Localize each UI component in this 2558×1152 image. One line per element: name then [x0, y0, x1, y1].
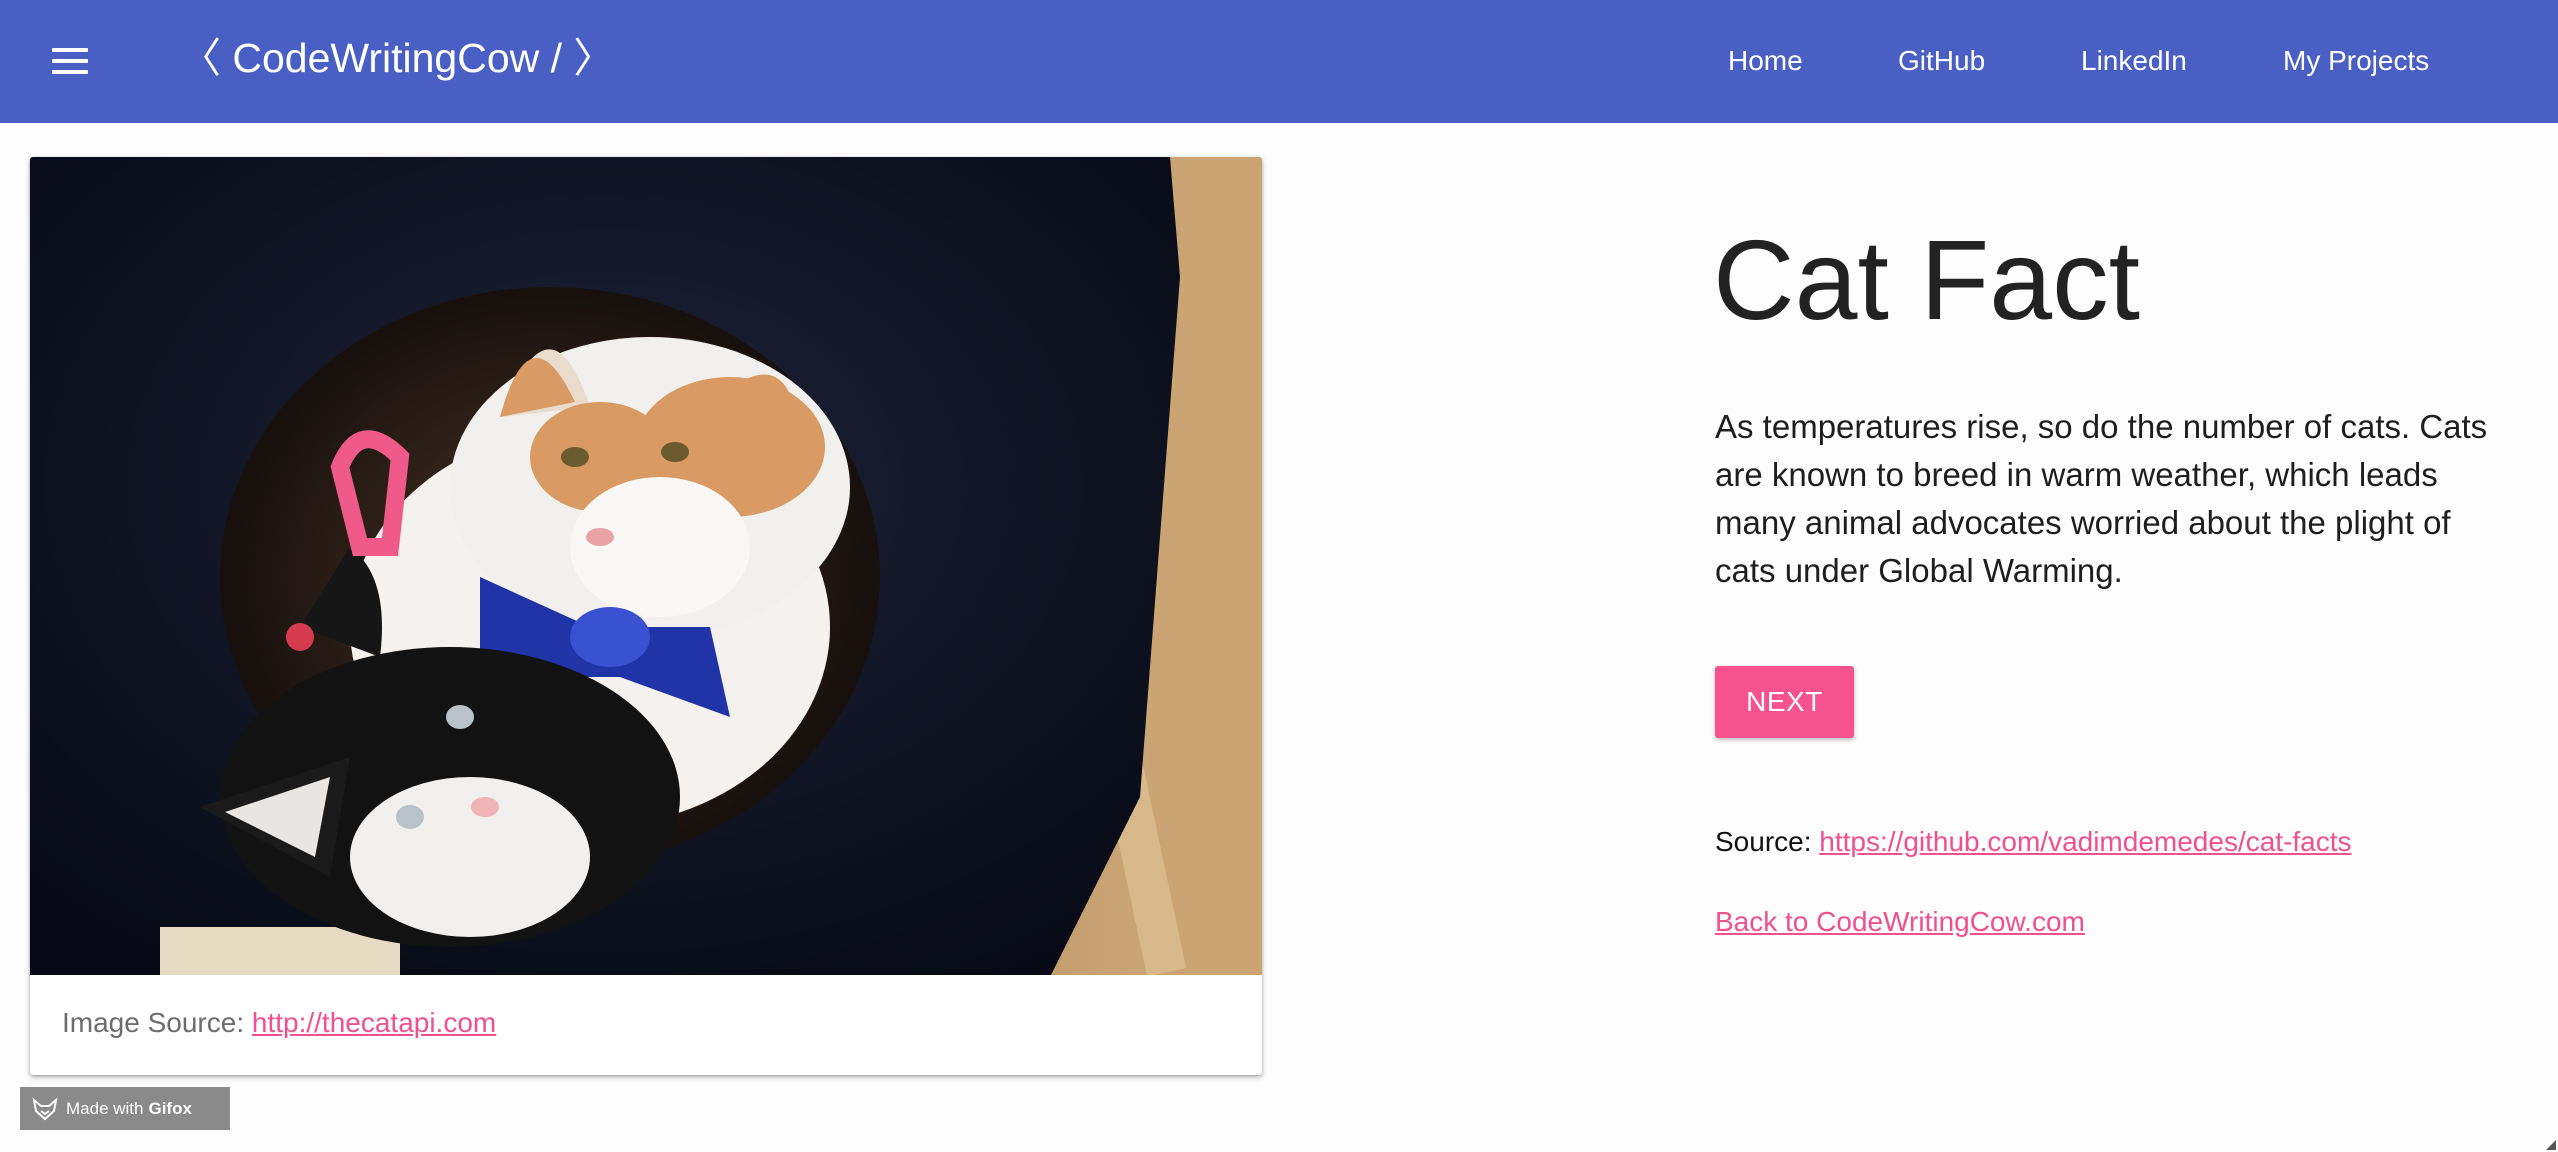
- nav-my-projects-link[interactable]: My Projects: [2283, 40, 2429, 82]
- brand-logo-link[interactable]: 〈 CodeWritingCow / 〉: [180, 32, 614, 84]
- fact-source-link[interactable]: https://github.com/vadimdemedes/cat-fact…: [1819, 826, 2351, 857]
- watermark-brand: Gifox: [148, 1098, 192, 1118]
- app-bar: 〈 CodeWritingCow / 〉 Home GitHub LinkedI…: [0, 0, 2558, 123]
- next-button[interactable]: NEXT: [1715, 666, 1854, 738]
- nav-github-link[interactable]: GitHub: [1898, 40, 1985, 82]
- image-source-label: Image Source:: [62, 1007, 252, 1038]
- back-link-container: Back to CodeWritingCow.com: [1715, 904, 2085, 940]
- gifox-watermark: Made with Gifox: [20, 1087, 230, 1130]
- resize-corner-icon: [2546, 1140, 2556, 1150]
- fact-source-line: Source: https://github.com/vadimdemedes/…: [1715, 824, 2352, 860]
- cat-photo: [30, 157, 1262, 975]
- watermark-prefix: Made with: [66, 1098, 144, 1118]
- image-source-line: Image Source: http://thecatapi.com: [62, 1005, 496, 1041]
- cat-image-card: Image Source: http://thecatapi.com: [30, 157, 1262, 1075]
- page-title: Cat Fact: [1713, 217, 2141, 343]
- image-source-link[interactable]: http://thecatapi.com: [252, 1007, 496, 1038]
- cat-fact-text: As temperatures rise, so do the number o…: [1715, 408, 2488, 589]
- nav-home-link[interactable]: Home: [1728, 40, 1803, 82]
- nav-linkedin-link[interactable]: LinkedIn: [2081, 40, 2187, 82]
- fact-source-label: Source:: [1715, 826, 1820, 857]
- back-to-site-link[interactable]: Back to CodeWritingCow.com: [1715, 906, 2085, 937]
- hamburger-menu-icon[interactable]: [50, 44, 90, 78]
- gifox-fox-icon: [32, 1096, 58, 1120]
